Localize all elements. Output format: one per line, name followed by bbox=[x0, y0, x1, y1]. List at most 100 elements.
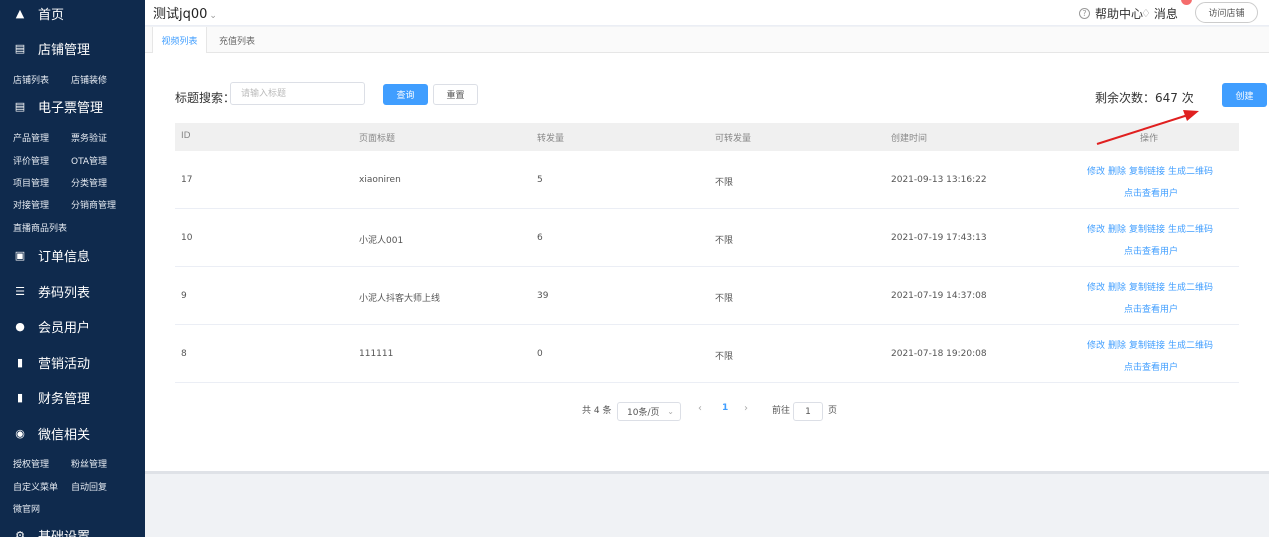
document-icon: ▣ bbox=[14, 248, 26, 262]
col-title: 页面标题 bbox=[359, 134, 396, 144]
nav-store-mgmt-label: 店铺管理 bbox=[38, 42, 91, 58]
topbar: 测试jq00 ⌄ ? 帮助中心 ♢ 消息 访问店铺 bbox=[145, 0, 1269, 26]
prev-page-button[interactable]: ‹ bbox=[698, 403, 702, 414]
nav-basic-settings[interactable]: ⚙ 基础设置 bbox=[0, 522, 145, 537]
gear-icon: ⚙ bbox=[15, 528, 25, 537]
nav-auto-reply[interactable]: 自动回复 bbox=[71, 480, 107, 493]
edit-link[interactable]: 修改 bbox=[1087, 167, 1105, 177]
nav-auth-mgmt[interactable]: 授权管理 bbox=[13, 457, 49, 470]
title-search-input[interactable] bbox=[230, 82, 365, 105]
bar-chart-icon: ▮ bbox=[16, 390, 24, 404]
notification-badge bbox=[1181, 0, 1192, 5]
edit-link[interactable]: 修改 bbox=[1087, 225, 1105, 235]
nav-finance[interactable]: ▮ 财务管理 bbox=[0, 384, 145, 410]
nav-wechat[interactable]: ◉ 微信相关 bbox=[0, 420, 145, 446]
nav-product-mgmt[interactable]: 产品管理 bbox=[13, 131, 49, 144]
cell-id: 17 bbox=[181, 175, 193, 185]
search-label: 标题搜索： bbox=[175, 91, 236, 105]
view-users-link[interactable]: 点击查看用户 bbox=[1124, 244, 1178, 257]
copy-link-link[interactable]: 复制链接 bbox=[1129, 167, 1165, 177]
bell-icon: ♢ bbox=[1141, 7, 1151, 20]
nav-live-products[interactable]: 直播商品列表 bbox=[13, 221, 67, 234]
edit-link[interactable]: 修改 bbox=[1087, 283, 1105, 293]
nav-eticket-mgmt[interactable]: ▤ 电子票管理 bbox=[0, 93, 145, 119]
cell-forwards: 5 bbox=[537, 175, 543, 185]
cell-title: xiaoniren bbox=[359, 175, 401, 185]
visit-store-button[interactable]: 访问店铺 bbox=[1195, 2, 1258, 23]
list-icon: ☰ bbox=[15, 284, 25, 298]
cell-id: 8 bbox=[181, 349, 187, 359]
row-actions: 修改 删除 复制链接 生成二维码 bbox=[1087, 164, 1216, 177]
question-icon: ? bbox=[1079, 8, 1090, 19]
sidebar: ▲ 首页 ▤ 店铺管理 店铺列表 店铺装修 ▤ 电子票管理 产品管理 票务验证 … bbox=[0, 0, 145, 537]
goto-page-input[interactable] bbox=[793, 402, 823, 421]
view-users-link[interactable]: 点击查看用户 bbox=[1124, 360, 1178, 373]
nav-members[interactable]: ● 会员用户 bbox=[0, 313, 145, 339]
main-content: 标题搜索： 查询 重置 剩余次数：647 次 创建 ID 页面标题 转发量 可转… bbox=[145, 53, 1269, 471]
copy-link-link[interactable]: 复制链接 bbox=[1129, 283, 1165, 293]
goto-suffix: 页 bbox=[828, 406, 838, 416]
page-number[interactable]: 1 bbox=[722, 403, 728, 413]
nav-store-decor[interactable]: 店铺装修 bbox=[71, 73, 107, 86]
nav-members-label: 会员用户 bbox=[38, 320, 91, 336]
view-users-link[interactable]: 点击查看用户 bbox=[1124, 302, 1178, 315]
nav-eticket-label: 电子票管理 bbox=[38, 100, 104, 116]
tab-video-list[interactable]: 视频列表 bbox=[152, 27, 207, 54]
row-actions: 修改 删除 复制链接 生成二维码 bbox=[1087, 280, 1216, 293]
delete-link[interactable]: 删除 bbox=[1108, 283, 1126, 293]
nav-category-mgmt[interactable]: 分类管理 bbox=[71, 176, 107, 189]
shop-switcher[interactable]: 测试jq00 ⌄ bbox=[153, 3, 217, 22]
cell-created: 2021-09-13 13:16:22 bbox=[891, 175, 987, 185]
ticket-icon: ▤ bbox=[14, 99, 26, 113]
nav-distributor-mgmt[interactable]: 分销商管理 bbox=[71, 198, 116, 211]
copy-link-link[interactable]: 复制链接 bbox=[1129, 341, 1165, 351]
nav-review-mgmt[interactable]: 评价管理 bbox=[13, 154, 49, 167]
nav-docking-mgmt[interactable]: 对接管理 bbox=[13, 198, 49, 211]
view-users-link[interactable]: 点击查看用户 bbox=[1124, 186, 1178, 199]
table-row: 9 小泥人抖客大师上线 39 不限 2021-07-19 14:37:08 修改… bbox=[175, 267, 1239, 325]
cell-available: 不限 bbox=[715, 352, 734, 362]
tab-recharge-list[interactable]: 充值列表 bbox=[211, 27, 263, 53]
reset-button[interactable]: 重置 bbox=[433, 84, 478, 105]
create-button[interactable]: 创建 bbox=[1222, 83, 1267, 107]
page-size-select[interactable]: 10条/页 ⌄ bbox=[617, 402, 681, 421]
edit-link[interactable]: 修改 bbox=[1087, 341, 1105, 351]
delete-link[interactable]: 删除 bbox=[1108, 341, 1126, 351]
query-button[interactable]: 查询 bbox=[383, 84, 428, 105]
nav-fans-mgmt[interactable]: 粉丝管理 bbox=[71, 457, 107, 470]
nav-home[interactable]: ▲ 首页 bbox=[0, 0, 145, 26]
nav-home-label: 首页 bbox=[38, 7, 65, 23]
col-id: ID bbox=[181, 131, 191, 141]
nav-coupon-list[interactable]: ☰ 券码列表 bbox=[0, 278, 145, 304]
nav-store-list[interactable]: 店铺列表 bbox=[13, 73, 49, 86]
nav-project-mgmt[interactable]: 项目管理 bbox=[13, 176, 49, 189]
table-row: 10 小泥人001 6 不限 2021-07-19 17:43:13 修改 删除复… bbox=[175, 209, 1239, 267]
table-row: 17 xiaoniren 5 不限 2021-09-13 13:16:22 修改… bbox=[175, 151, 1239, 209]
copy-link-link[interactable]: 复制链接 bbox=[1129, 225, 1165, 235]
col-forwards: 转发量 bbox=[537, 134, 565, 144]
users-icon: ● bbox=[15, 319, 25, 333]
nav-basic-settings-label: 基础设置 bbox=[38, 529, 91, 537]
delete-link[interactable]: 删除 bbox=[1108, 225, 1126, 235]
messages-link[interactable]: ♢ 消息 bbox=[1141, 5, 1178, 22]
nav-ota-mgmt[interactable]: OTA管理 bbox=[71, 154, 107, 167]
nav-ticket-verify[interactable]: 票务验证 bbox=[71, 131, 107, 144]
gen-qr-link[interactable]: 生成二维码 bbox=[1168, 167, 1213, 177]
help-center-link[interactable]: ? 帮助中心 bbox=[1079, 5, 1143, 22]
delete-link[interactable]: 删除 bbox=[1108, 167, 1126, 177]
nav-marketing[interactable]: ▮ 营销活动 bbox=[0, 349, 145, 375]
col-actions: 操作 bbox=[1140, 134, 1159, 144]
cell-title: 111111 bbox=[359, 349, 394, 359]
help-center-label: 帮助中心 bbox=[1095, 7, 1144, 21]
chevron-down-icon: ⌄ bbox=[667, 407, 674, 416]
nav-custom-menu[interactable]: 自定义菜单 bbox=[13, 480, 58, 493]
gen-qr-link[interactable]: 生成二维码 bbox=[1168, 341, 1213, 351]
next-page-button[interactable]: › bbox=[744, 403, 748, 414]
gen-qr-link[interactable]: 生成二维码 bbox=[1168, 283, 1213, 293]
nav-order-info[interactable]: ▣ 订单信息 bbox=[0, 242, 145, 268]
cell-created: 2021-07-19 14:37:08 bbox=[891, 291, 987, 301]
nav-store-mgmt[interactable]: ▤ 店铺管理 bbox=[0, 35, 145, 61]
cell-id: 9 bbox=[181, 291, 187, 301]
gen-qr-link[interactable]: 生成二维码 bbox=[1168, 225, 1213, 235]
nav-micro-site[interactable]: 微官网 bbox=[13, 502, 40, 515]
